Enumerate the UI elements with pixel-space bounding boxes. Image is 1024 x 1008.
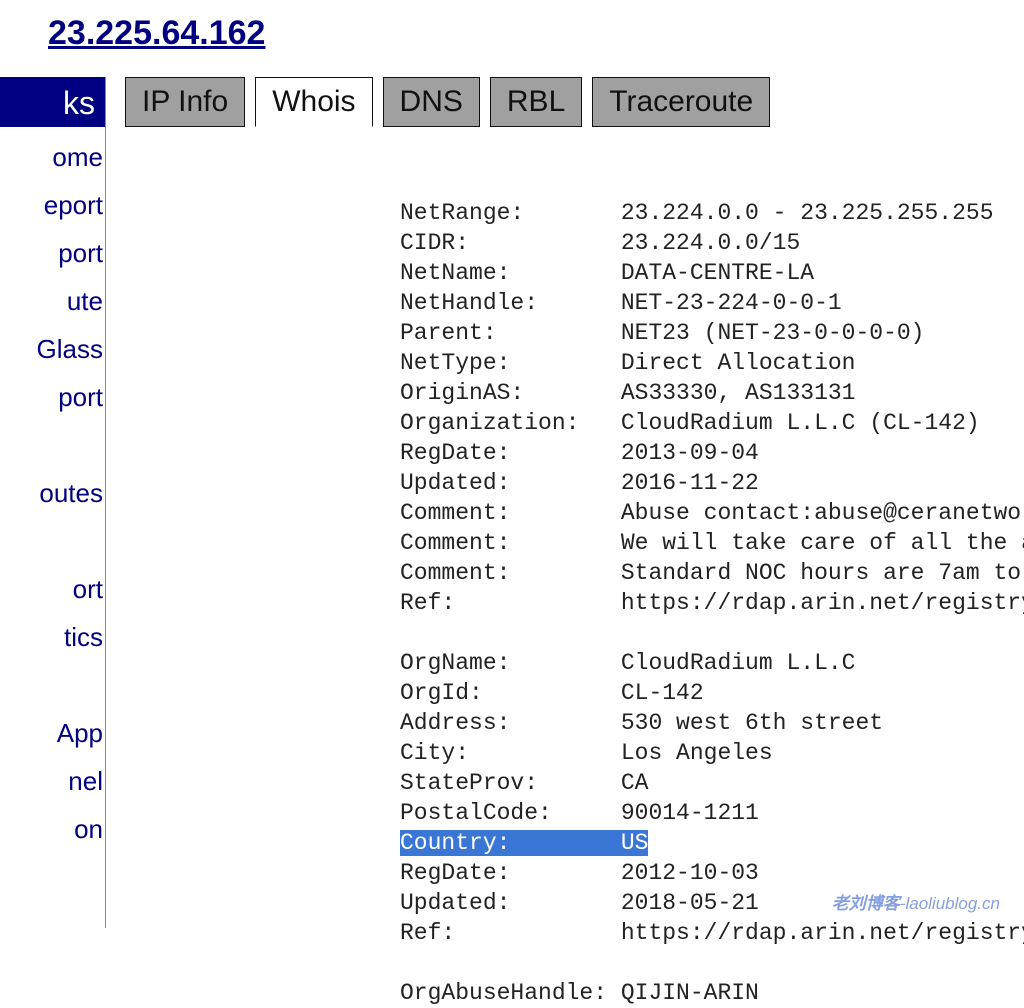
sidebar-item[interactable]: tics — [0, 613, 103, 661]
sidebar-item[interactable]: App — [0, 709, 103, 757]
tab-traceroute[interactable]: Traceroute — [592, 77, 770, 127]
watermark: 老刘博客-laoliublog.cn — [832, 889, 1000, 914]
sidebar-gap — [0, 517, 103, 565]
sidebar-gap — [0, 421, 103, 469]
sidebar-item[interactable]: outes — [0, 469, 103, 517]
highlighted-line: Country: US — [400, 830, 648, 856]
sidebar-item[interactable]: ome — [0, 133, 103, 181]
watermark-thin: -laoliublog.cn — [900, 894, 1000, 913]
sidebar-item[interactable]: Glass — [0, 325, 103, 373]
sidebar-item[interactable]: on — [0, 805, 103, 853]
sidebar-item[interactable]: port — [0, 229, 103, 277]
sidebar-item[interactable]: ort — [0, 565, 103, 613]
tab-rbl[interactable]: RBL — [490, 77, 582, 127]
sidebar-item[interactable]: ute — [0, 277, 103, 325]
whois-output: NetRange: 23.224.0.0 - 23.225.255.255 CI… — [400, 198, 1024, 1008]
tab-whois[interactable]: Whois — [255, 77, 372, 127]
tab-dns[interactable]: DNS — [383, 77, 480, 127]
tabs: IP InfoWhoisDNSRBLTraceroute — [125, 77, 770, 127]
sidebar-item[interactable]: port — [0, 373, 103, 421]
sidebar-list: omeeportportute Glassportoutesorttics Ap… — [0, 127, 105, 853]
sidebar-header[interactable]: ks — [0, 77, 105, 127]
sidebar-item[interactable]: eport — [0, 181, 103, 229]
sidebar-gap — [0, 661, 103, 709]
sidebar: ks omeeportportute Glassportoutesorttics… — [0, 77, 106, 928]
page-title[interactable]: 23.225.64.162 — [48, 14, 265, 53]
watermark-bold: 老刘博客 — [832, 894, 900, 913]
sidebar-item[interactable]: nel — [0, 757, 103, 805]
tab-ip-info[interactable]: IP Info — [125, 77, 245, 127]
